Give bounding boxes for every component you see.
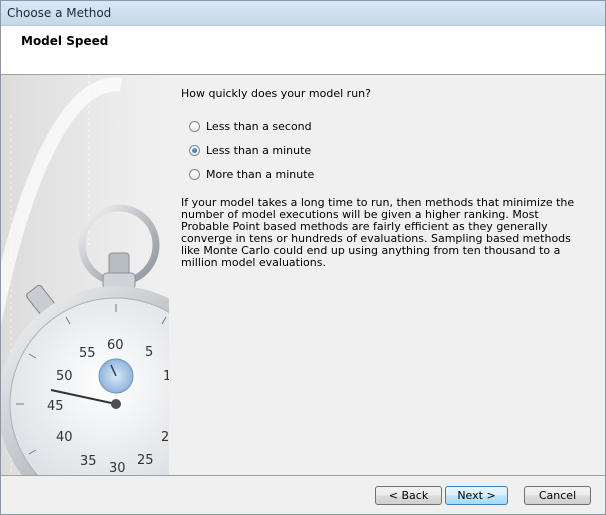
dial-number: 30 bbox=[109, 461, 126, 475]
dial-number: 40 bbox=[56, 430, 73, 445]
option-label: More than a minute bbox=[206, 167, 315, 181]
wizard-header: Model Speed bbox=[1, 26, 605, 75]
dial-number: 1 bbox=[163, 369, 169, 384]
radio-button[interactable] bbox=[189, 120, 200, 132]
option-less-than-minute[interactable]: Less than a minute bbox=[189, 142, 311, 158]
wizard-footer: < Back Next > Cancel bbox=[1, 475, 605, 514]
dial-number: 55 bbox=[79, 346, 96, 361]
dial-number: 35 bbox=[80, 454, 97, 469]
dial-number: 25 bbox=[137, 453, 154, 468]
radio-button-selected[interactable] bbox=[189, 144, 200, 156]
window-title: Choose a Method bbox=[7, 6, 112, 20]
stopwatch-icon: 55 60 5 50 1 45 40 2 35 30 25 bbox=[1, 75, 169, 475]
page-heading: Model Speed bbox=[21, 34, 109, 48]
explanation-text: If your model takes a long time to run, … bbox=[181, 196, 575, 269]
cancel-button[interactable]: Cancel bbox=[524, 486, 591, 505]
back-button[interactable]: < Back bbox=[375, 486, 442, 505]
next-button[interactable]: Next > bbox=[445, 486, 508, 505]
radio-button[interactable] bbox=[189, 168, 200, 180]
wizard-content: 55 60 5 50 1 45 40 2 35 30 25 bbox=[1, 75, 605, 475]
option-more-than-minute[interactable]: More than a minute bbox=[189, 166, 314, 182]
title-bar[interactable]: Choose a Method bbox=[1, 1, 605, 26]
dialog-window: Choose a Method Model Speed 55 60 5 50 4… bbox=[0, 0, 606, 515]
speed-question: How quickly does your model run? bbox=[181, 87, 371, 100]
option-label: Less than a second bbox=[206, 119, 312, 133]
dial-number: 5 bbox=[145, 345, 153, 360]
dial-number: 50 bbox=[56, 369, 73, 384]
dial-number: 45 bbox=[47, 399, 64, 414]
option-less-than-second[interactable]: Less than a second bbox=[189, 118, 312, 134]
dial-number: 2 bbox=[161, 430, 169, 445]
stopwatch-illustration: 55 60 5 50 1 45 40 2 35 30 25 bbox=[1, 75, 169, 475]
dial-number: 60 bbox=[107, 338, 124, 353]
option-label: Less than a minute bbox=[206, 143, 312, 157]
